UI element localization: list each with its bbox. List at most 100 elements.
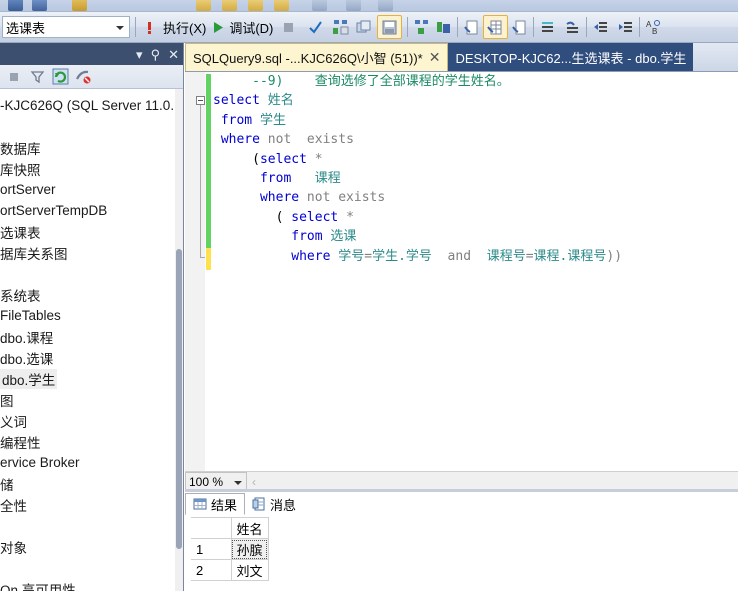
toolbar-icon-new-query[interactable]	[8, 0, 23, 11]
toolbar-icon-connect[interactable]	[72, 0, 87, 11]
chevron-down-icon[interactable]: ▾	[136, 48, 143, 61]
tree-item[interactable]: ortServerTempDB	[0, 200, 175, 221]
code-token: --9) 查询选修了全部课程的学生姓名。	[213, 74, 510, 89]
comment-icon[interactable]	[539, 19, 556, 36]
tree-item[interactable]: 据库关系图	[0, 242, 175, 263]
pin-icon[interactable]: ⚲	[151, 48, 161, 61]
tree-item[interactable]: FileTables	[0, 305, 175, 326]
tree-item[interactable]	[0, 557, 175, 578]
debug-play-icon[interactable]	[209, 19, 226, 36]
toolbar-icon-folder-a[interactable]	[196, 0, 211, 11]
tree-item-label: 编程性	[0, 435, 41, 451]
table-row[interactable]: 2 刘文	[191, 559, 269, 581]
indent-icon[interactable]	[592, 19, 609, 36]
code-line: where 学号=学生.学号 and 课程号=课程.课程号))	[213, 247, 738, 266]
tree-item[interactable]: 储	[0, 473, 175, 494]
tree-item[interactable]: 库快照	[0, 158, 175, 179]
code-line: select 姓名	[213, 91, 738, 110]
row-number[interactable]: 1	[191, 538, 232, 560]
query-options-icon[interactable]	[355, 19, 372, 36]
toolbar-icon-folder-b[interactable]	[222, 0, 237, 11]
tree-item[interactable]: dbo.学生	[0, 368, 175, 389]
tree-item[interactable]: On 高可用性	[0, 578, 175, 591]
results-tabbar: 结果 消息	[185, 492, 738, 515]
tree-item-label: FileTables	[0, 308, 61, 323]
toolbar-icon-folder-d[interactable]	[274, 0, 289, 11]
stop-icon[interactable]	[6, 68, 23, 85]
database-selector[interactable]: 选课表	[2, 16, 130, 38]
filter-icon[interactable]	[29, 68, 46, 85]
include-actual-plan-icon[interactable]	[413, 19, 430, 36]
close-icon[interactable]: ✕	[168, 48, 179, 61]
tree-item[interactable]	[0, 263, 175, 284]
toolbar-divider-3	[457, 17, 459, 37]
code-token: =	[525, 248, 534, 264]
tab-label: DESKTOP-KJC62...生选课表 - dbo.学生	[455, 50, 687, 66]
tree-item[interactable]	[0, 116, 175, 137]
tree-item[interactable]: 选课表	[0, 221, 175, 242]
stop-icon[interactable]	[280, 19, 297, 36]
tree-item[interactable]: 图	[0, 389, 175, 410]
results-to-text-icon[interactable]	[463, 19, 480, 36]
scrollbar-thumb[interactable]	[176, 249, 182, 549]
toolbar-icon-folder-c[interactable]	[248, 0, 263, 11]
table-cell[interactable]: 刘文	[230, 559, 269, 581]
collapse-region-icon[interactable]	[196, 96, 205, 105]
tree-item[interactable]: 编程性	[0, 431, 175, 452]
code-token: from	[213, 112, 260, 128]
tree-item[interactable]: ortServer	[0, 179, 175, 200]
object-explorer-scrollbar[interactable]	[175, 89, 183, 591]
column-header[interactable]: 姓名	[230, 517, 269, 539]
results-to-file-icon[interactable]	[511, 19, 528, 36]
editor-gutter	[185, 72, 205, 471]
toolbar-divider-6	[639, 17, 641, 37]
tree-item-label: 义词	[0, 414, 27, 430]
code-token: 学号	[338, 248, 365, 264]
uncomment-icon[interactable]	[564, 19, 581, 36]
tab-table-designer[interactable]: DESKTOP-KJC62...生选课表 - dbo.学生	[448, 43, 694, 71]
row-number[interactable]: 2	[191, 559, 232, 581]
parse-icon[interactable]	[141, 19, 158, 36]
tree-item-label: 选课表	[0, 225, 41, 241]
toolbar-icon-undo[interactable]	[312, 0, 327, 11]
tab-results[interactable]: 结果	[185, 493, 246, 515]
display-estimated-plan-icon[interactable]	[332, 19, 349, 36]
code-line: where not exists	[213, 130, 738, 149]
find-replace-icon[interactable]: AB	[645, 19, 662, 36]
table-row[interactable]: 1 孙膑	[191, 538, 269, 560]
tree-item[interactable]: 系统表	[0, 284, 175, 305]
check-icon[interactable]	[307, 19, 324, 36]
tree-item[interactable]: 数据库	[0, 137, 175, 158]
debug-button[interactable]: 调试(D)	[226, 15, 276, 39]
code-token: 学生.学号	[372, 248, 432, 264]
execute-button[interactable]: 执行(X)	[160, 15, 209, 39]
tree-item[interactable]	[0, 515, 175, 536]
tree-item[interactable]: -KJC626Q (SQL Server 11.0.	[0, 95, 175, 116]
scroll-left-arrow-icon[interactable]: ‹	[252, 475, 256, 489]
query-toolbar: 选课表 执行(X) 调试(D) A B	[0, 12, 738, 43]
save-button[interactable]	[377, 15, 403, 39]
tree-item[interactable]: 对象	[0, 536, 175, 557]
code-token: where	[213, 132, 268, 148]
toolbar-icon-open[interactable]	[32, 0, 47, 11]
tab-sqlquery9[interactable]: SQLQuery9.sql -...KJC626Q\小智 (51))* ✕	[185, 43, 449, 71]
disconnect-icon[interactable]	[75, 68, 92, 85]
tab-messages[interactable]: 消息	[245, 493, 304, 515]
include-client-statistics-icon[interactable]	[435, 19, 452, 36]
toolbar-icon-extra[interactable]	[378, 0, 393, 11]
object-explorer-tree[interactable]: -KJC626Q (SQL Server 11.0. 数据库 库快照 ortServe…	[0, 89, 175, 591]
tree-item[interactable]: ervice Broker	[0, 452, 175, 473]
tree-item[interactable]: 全性	[0, 494, 175, 515]
table-cell[interactable]: 孙膑	[230, 538, 269, 560]
outdent-icon[interactable]	[617, 19, 634, 36]
results-grid[interactable]: 姓名 1 孙膑 2 刘文	[191, 517, 269, 581]
close-icon[interactable]: ✕	[429, 49, 441, 66]
code-token: (	[213, 151, 260, 167]
refresh-icon[interactable]	[52, 68, 69, 85]
tree-item[interactable]: dbo.选课	[0, 347, 175, 368]
toolbar-icon-redo[interactable]	[346, 0, 361, 11]
tree-item[interactable]: dbo.课程	[0, 326, 175, 347]
tree-item[interactable]: 义词	[0, 410, 175, 431]
sql-code-editor[interactable]: --9) 查询选修了全部课程的学生姓名。 select 姓名 from 学生 wh…	[185, 72, 738, 471]
results-to-grid-button[interactable]	[483, 15, 509, 39]
